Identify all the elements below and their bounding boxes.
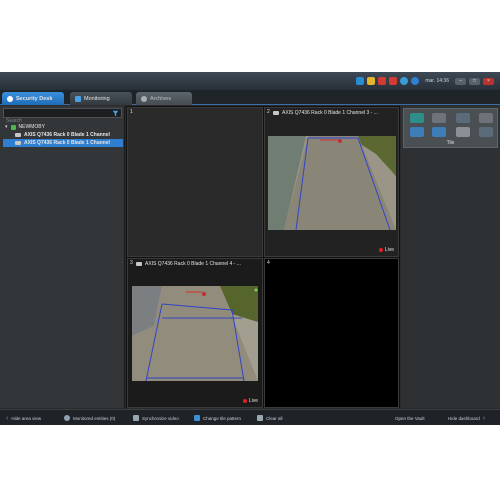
tile-3[interactable]: 3 AXIS Q7436 Rack 0 Blade 1 Channel 4 - … — [127, 258, 263, 408]
tree-item-camera[interactable]: AXIS Q7436 Rack 0 Blade 1 Channel — [3, 139, 123, 147]
tab-monitoring[interactable]: Monitoring — [70, 92, 132, 105]
monitored-entities-label: Monitored entities (0) — [73, 415, 116, 421]
entity-tree: ▾ NEWMOBY AXIS Q7436 Rack 0 Blade 1 Chan… — [3, 123, 123, 147]
tile-number: 3 — [130, 260, 133, 266]
tree-item-label: AXIS Q7436 Rack 0 Blade 1 Channel — [24, 140, 110, 146]
monitored-entities-button[interactable]: Monitored entities (0) — [64, 414, 115, 422]
synchronize-video-label: Synchronize video — [142, 415, 179, 421]
clear-all-button[interactable]: Clear all — [257, 414, 283, 422]
security-desk-window: mar. 14:36 – □ × Security Desk Monitorin… — [0, 72, 500, 425]
area-view-panel: ▾ NEWMOBY AXIS Q7436 Rack 0 Blade 1 Chan… — [0, 106, 125, 408]
tile-widget: Tile — [403, 108, 498, 148]
fullscreen-icon[interactable] — [479, 127, 493, 137]
tab-archives[interactable]: Archives — [136, 92, 192, 105]
tab-label: Monitoring — [84, 95, 110, 102]
chevron-right-icon: › — [482, 414, 486, 422]
tile-pattern-icon — [194, 415, 200, 421]
server-icon — [10, 124, 16, 130]
tile-pattern-icon[interactable] — [410, 113, 424, 123]
refresh-icon[interactable] — [456, 113, 470, 123]
clear-icon — [257, 415, 263, 421]
open-vault-button[interactable]: Open the Vault — [395, 414, 425, 422]
open-vault-label: Open the Vault — [395, 415, 425, 421]
tile-number: 4 — [267, 260, 270, 266]
settings-icon[interactable] — [479, 113, 493, 123]
hide-dashboard-button[interactable]: Hide dashboard › — [448, 414, 485, 422]
archive-icon — [141, 95, 147, 102]
video-feed[interactable] — [268, 136, 396, 230]
tab-label: Archives — [150, 95, 172, 102]
camera-icon — [15, 133, 21, 137]
home-icon[interactable] — [456, 127, 470, 137]
system-tray: mar. 14:36 – □ × — [356, 75, 494, 87]
change-tile-pattern-label: Change tile pattern — [203, 415, 242, 421]
volume-icon[interactable] — [367, 77, 376, 85]
change-tile-pattern-button[interactable]: Change tile pattern — [194, 414, 241, 422]
hide-area-view-label: Hide area view — [11, 415, 42, 421]
binoculars-icon — [64, 415, 70, 421]
camera-icon — [15, 141, 21, 145]
network-icon[interactable] — [400, 77, 409, 85]
camera-icon — [136, 261, 142, 266]
live-label: Live — [384, 247, 394, 253]
maximize-button[interactable]: □ — [469, 77, 480, 85]
hide-dashboard-label: Hide dashboard — [448, 415, 480, 421]
back-icon[interactable] — [410, 127, 424, 137]
snapshot-icon[interactable] — [432, 113, 446, 123]
video-feed[interactable] — [132, 286, 258, 381]
minimize-button[interactable]: – — [455, 77, 466, 85]
tab-bar: Security Desk Monitoring Archives — [0, 90, 500, 105]
live-dot-icon — [378, 248, 383, 252]
live-label: Live — [248, 398, 258, 404]
live-dot-icon — [242, 399, 247, 403]
forward-icon[interactable] — [432, 127, 446, 137]
live-indicator: Live — [242, 398, 258, 404]
search-box — [3, 108, 122, 125]
tree-root[interactable]: ▾ NEWMOBY — [3, 123, 123, 131]
filter-icon[interactable] — [112, 110, 119, 117]
sync-icon — [133, 415, 139, 421]
tree-item-label: AXIS Q7436 Rack 0 Blade 1 Channel — [24, 132, 110, 138]
tile-title: AXIS Q7436 Rack 0 Blade 1 Channel 3 - ..… — [282, 109, 378, 116]
tab-label: Security Desk — [16, 95, 53, 102]
tile-header: AXIS Q7436 Rack 0 Blade 1 Channel 4 - ..… — [136, 260, 241, 267]
expand-icon[interactable]: ▾ — [5, 124, 8, 130]
canvas-tiles: 1 2 AXIS Q7436 Rack 0 Blade 1 Channel 3 … — [126, 106, 400, 408]
tree-root-label: NEWMOBY — [18, 124, 45, 130]
notification-icon[interactable] — [356, 77, 365, 85]
tile-1[interactable]: 1 — [127, 107, 263, 257]
audio-icon[interactable] — [389, 77, 398, 85]
dashboard-panel: Tile — [401, 106, 500, 408]
monitor-icon — [75, 95, 81, 102]
camera-icon — [273, 110, 279, 115]
tile-number: 1 — [130, 109, 133, 115]
tile-header: AXIS Q7436 Rack 0 Blade 1 Channel 3 - ..… — [273, 109, 378, 116]
alarm-icon[interactable] — [378, 77, 387, 85]
tree-item-camera[interactable]: AXIS Q7436 Rack 0 Blade 1 Channel — [3, 131, 123, 139]
tile-widget-label: Tile — [446, 140, 455, 146]
chevron-left-icon: ‹ — [6, 414, 9, 422]
globe-icon[interactable] — [411, 77, 420, 85]
hide-area-view-button[interactable]: ‹ Hide area view — [6, 414, 41, 422]
tile-2[interactable]: 2 AXIS Q7436 Rack 0 Blade 1 Channel 3 - … — [264, 107, 399, 257]
clear-all-label: Clear all — [266, 415, 283, 421]
clock: mar. 14:36 — [425, 78, 449, 84]
close-button[interactable]: × — [483, 77, 494, 85]
synchronize-video-button[interactable]: Synchronize video — [133, 414, 179, 422]
home-icon — [7, 95, 13, 102]
bottom-toolbar: ‹ Hide area view Monitored entities (0) … — [0, 409, 500, 425]
title-bar: mar. 14:36 – □ × — [0, 72, 500, 90]
tile-number: 2 — [267, 109, 270, 115]
tab-security-desk[interactable]: Security Desk — [2, 92, 64, 105]
tile-title: AXIS Q7436 Rack 0 Blade 1 Channel 4 - ..… — [145, 260, 241, 267]
tile-4[interactable]: 4 — [264, 258, 399, 408]
live-indicator: Live — [378, 247, 394, 253]
